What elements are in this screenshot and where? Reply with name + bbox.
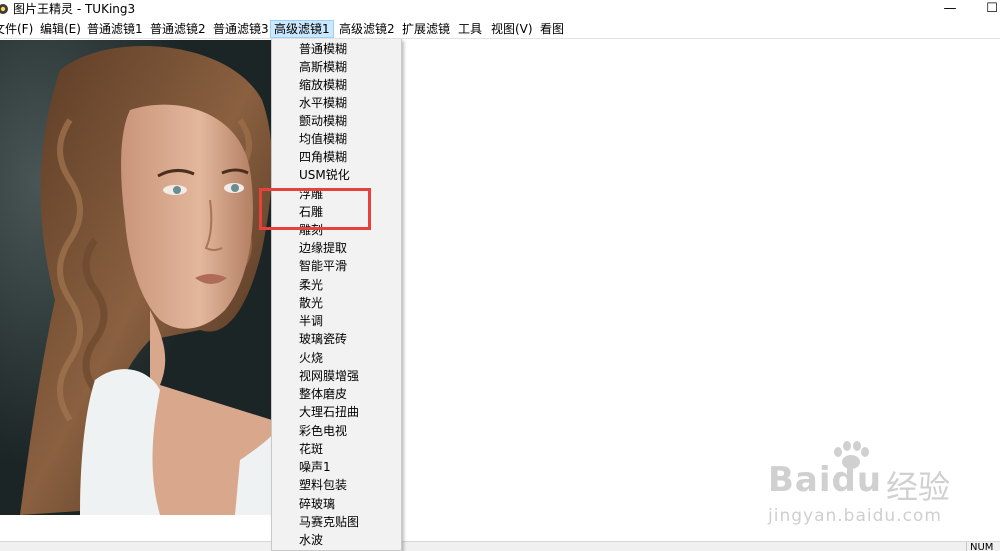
app-icon [0,4,8,14]
menu-item-soft-light[interactable]: 柔光 [272,276,401,294]
menu-item-mosaic-texture[interactable]: 马赛克贴图 [272,513,401,531]
menu-item-noise-1[interactable]: 噪声1 [272,458,401,476]
menu-item-scatter-light[interactable]: 散光 [272,294,401,312]
menu-item-gaussian-blur[interactable]: 高斯模糊 [272,58,401,76]
menu-item-burn[interactable]: 火烧 [272,349,401,367]
menu-item-zoom-blur[interactable]: 缩放模糊 [272,76,401,94]
menu-browse[interactable]: 看图 [537,20,567,38]
menu-item-corner-blur[interactable]: 四角模糊 [272,148,401,166]
watermark-logo: Baidu [768,460,882,500]
menu-item-shake-blur[interactable]: 颤动模糊 [272,112,401,130]
watermark-logo-bai: Bai [768,460,832,500]
minimize-button[interactable]: — [940,0,960,19]
menu-item-smart-smooth[interactable]: 智能平滑 [272,257,401,275]
menu-item-usm-sharpen[interactable]: USM锐化 [272,166,401,184]
menu-item-edge-extract[interactable]: 边缘提取 [272,239,401,257]
num-lock-indicator: NUM [966,542,1000,551]
menu-extended-filter[interactable]: 扩展滤镜 [399,20,453,38]
menu-item-plastic-wrap[interactable]: 塑料包装 [272,476,401,494]
title-bar: 图片王精灵 - TUKing3 — ☐ [0,0,1000,19]
image-canvas[interactable] [0,40,272,515]
menu-view[interactable]: 视图(V) [488,20,536,38]
status-bar [0,541,1000,551]
menu-advanced-filter-2[interactable]: 高级滤镜2 [336,20,398,38]
menu-file[interactable]: 文件(F) [0,20,36,38]
menu-item-spots[interactable]: 花斑 [272,440,401,458]
maximize-button[interactable]: ☐ [982,0,1000,19]
annotation-highlight-box [259,188,371,230]
window-title: 图片王精灵 - TUKing3 [13,2,136,16]
menu-item-halftone[interactable]: 半调 [272,312,401,330]
menu-item-glass-tile[interactable]: 玻璃瓷砖 [272,330,401,348]
advanced-filter-1-dropdown: 普通模糊 高斯模糊 缩放模糊 水平模糊 颤动模糊 均值模糊 四角模糊 USM锐化… [271,39,402,551]
menu-item-color-tv[interactable]: 彩色电视 [272,422,401,440]
menu-normal-filter-2[interactable]: 普通滤镜2 [147,20,209,38]
menu-tools[interactable]: 工具 [455,20,485,38]
baidu-jingyan-watermark: Baidu 经验 jingyan.baidu.com [768,440,998,530]
menu-item-horizontal-blur[interactable]: 水平模糊 [272,94,401,112]
menu-normal-filter-1[interactable]: 普通滤镜1 [84,20,146,38]
menu-item-broken-glass[interactable]: 碎玻璃 [272,495,401,513]
menu-item-normal-blur[interactable]: 普通模糊 [272,40,401,58]
menu-item-water-wave[interactable]: 水波 [272,531,401,549]
watermark-logo-du: du [831,460,883,500]
portrait-photo [0,40,272,515]
watermark-jingyan: 经验 [886,468,951,506]
menu-edit[interactable]: 编辑(E) [37,20,84,38]
menu-bar: 文件(F) 编辑(E) 普通滤镜1 普通滤镜2 普通滤镜3 高级滤镜1 高级滤镜… [0,19,1000,39]
menu-advanced-filter-1[interactable]: 高级滤镜1 [270,20,334,38]
menu-item-retina-enhance[interactable]: 视网膜增强 [272,367,401,385]
menu-item-skin-smooth[interactable]: 整体磨皮 [272,385,401,403]
watermark-url: jingyan.baidu.com [768,506,942,526]
menu-item-marble-twist[interactable]: 大理石扭曲 [272,403,401,421]
menu-item-mean-blur[interactable]: 均值模糊 [272,130,401,148]
menu-normal-filter-3[interactable]: 普通滤镜3 [210,20,272,38]
